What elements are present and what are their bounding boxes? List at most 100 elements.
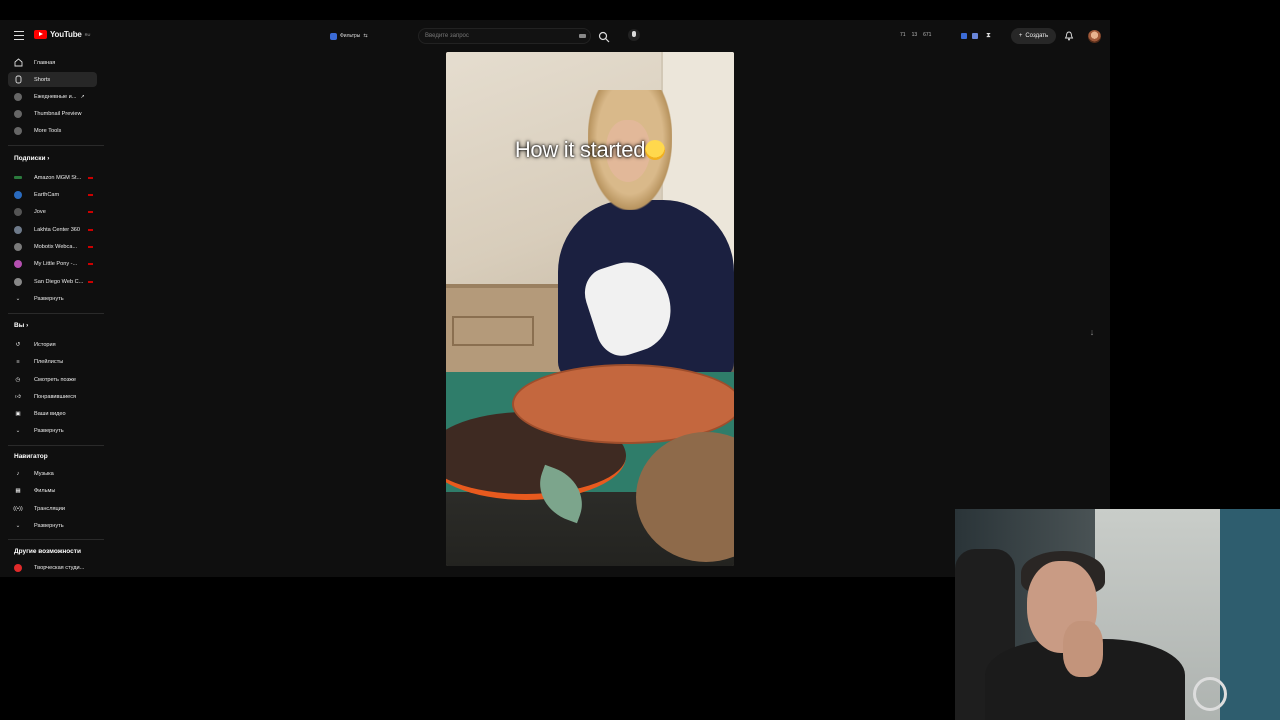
video-caption: How it started <box>446 137 734 163</box>
film-icon: ▦ <box>15 487 21 494</box>
channel-avatar <box>13 190 23 200</box>
live-icon: ((•)) <box>13 505 23 512</box>
sidebar-item-your-videos[interactable]: ▣ Ваши видео <box>8 406 97 421</box>
sidebar-item-label: Главная <box>34 59 56 66</box>
sidebar-item-label: Lakhta Center 360 <box>34 226 81 233</box>
sidebar-item-films[interactable]: ▦ Фильмы <box>8 483 97 498</box>
other-title: Другие возможности <box>14 548 81 555</box>
create-label: Создать <box>1025 33 1049 39</box>
channel-avatar <box>13 173 23 183</box>
search-icon[interactable] <box>598 31 610 43</box>
filter-icon <box>330 32 337 40</box>
sidebar-item-label: Плейлисты <box>34 358 64 365</box>
sidebar-item-studio[interactable]: Творческая студи... <box>8 560 97 575</box>
channel-avatar <box>13 277 23 287</box>
arrow-down-icon[interactable]: ↓ <box>1086 326 1098 338</box>
hourglass-icon[interactable]: ⧗ <box>986 32 994 40</box>
sidebar-item-label: Shorts <box>34 76 51 83</box>
sidebar-item-label: Amazon MGM St... <box>34 174 82 181</box>
filters-button[interactable]: Фильтры ⇆ <box>330 30 368 42</box>
microphone-icon[interactable] <box>628 29 640 41</box>
webcam-overlay <box>955 509 1280 720</box>
expand-label: Развернуть <box>34 295 64 302</box>
sidebar-item-label: More Tools <box>34 127 62 134</box>
stat-3: 671 <box>923 32 932 38</box>
menu-icon[interactable] <box>14 31 24 40</box>
sidebar-item-more-tools[interactable]: More Tools <box>8 123 97 138</box>
divider <box>8 313 104 314</box>
extension-icon[interactable] <box>961 33 967 39</box>
sidebar-item-music[interactable]: ♪ Музыка <box>8 466 97 481</box>
expand-navigator-button[interactable]: ⌄ Развернуть <box>8 518 97 533</box>
sidebar-item-label: Понравившиеся <box>34 393 77 400</box>
header: YouTube RU Фильтры ⇆ Введите запрос 71 1… <box>0 23 1110 51</box>
sidebar-item-label: Творческая студи... <box>34 564 85 571</box>
sidebar-item-watch-later[interactable]: ◷ Смотреть позже <box>8 372 97 387</box>
sidebar-item-label: Mobotix Webca... <box>34 243 78 250</box>
live-indicator <box>88 228 93 231</box>
sidebar-item-daily[interactable]: Ежедневные и... ↗ <box>8 89 97 104</box>
channel-avatar <box>13 225 23 235</box>
sidebar-item-subscription[interactable]: EarthCam <box>8 187 97 202</box>
divider <box>8 539 104 540</box>
sidebar-item-subscription[interactable]: Mobotix Webca... <box>8 239 97 254</box>
youtube-logo[interactable]: YouTube RU <box>34 30 90 39</box>
expand-you-button[interactable]: ⌄ Развернуть <box>8 423 97 438</box>
keyboard-icon[interactable] <box>579 34 586 38</box>
sidebar-item-subscription[interactable]: Lakhta Center 360 <box>8 222 97 237</box>
sidebar-item-subscription[interactable]: Jove <box>8 204 97 219</box>
live-indicator <box>88 193 93 196</box>
sidebar-item-liked[interactable]: 👍︎ Понравившиеся <box>8 389 97 404</box>
logo-region: RU <box>84 32 91 37</box>
chevron-right-icon: › <box>26 322 29 329</box>
channel-avatar <box>13 259 23 269</box>
divider <box>8 145 104 146</box>
sidebar-item-label: EarthCam <box>34 191 60 198</box>
sidebar-item-label: История <box>34 341 56 348</box>
caption-text: How it started <box>514 137 646 162</box>
live-indicator <box>88 176 93 179</box>
extension-icon <box>13 126 23 136</box>
sidebar-item-subscription[interactable]: Amazon MGM St... <box>8 170 97 185</box>
studio-icon <box>13 563 23 573</box>
sidebar: Главная Shorts Ежедневные и... ↗ Thumbna… <box>0 51 104 577</box>
clock-icon: ◷ <box>15 376 21 383</box>
create-button[interactable]: + Создать <box>1011 28 1056 44</box>
video-icon: ▣ <box>15 410 21 417</box>
history-icon: ↺ <box>15 341 21 348</box>
plus-icon: + <box>1018 33 1023 39</box>
sidebar-item-label: San Diego Web C... <box>34 278 84 285</box>
avatar[interactable] <box>1088 30 1101 43</box>
sidebar-item-thumbnail-preview[interactable]: Thumbnail Preview <box>8 106 97 121</box>
search-input[interactable]: Введите запрос <box>418 28 591 44</box>
playlist-icon: ≡ <box>16 358 20 365</box>
chevron-down-icon: ⌄ <box>15 295 21 302</box>
youtube-window: YouTube RU Фильтры ⇆ Введите запрос 71 1… <box>0 20 1110 577</box>
bell-icon[interactable] <box>1064 31 1074 41</box>
channel-avatar <box>13 207 23 217</box>
shorts-video-player[interactable]: How it started <box>446 52 734 566</box>
sidebar-item-subscription[interactable]: San Diego Web C... <box>8 274 97 289</box>
chevron-right-icon: › <box>47 155 50 162</box>
sliders-icon: ⇆ <box>363 33 368 39</box>
live-indicator <box>88 262 93 265</box>
expand-label: Развернуть <box>34 522 64 529</box>
sidebar-item-history[interactable]: ↺ История <box>8 337 97 352</box>
sidebar-item-label: Jove <box>34 208 46 215</box>
expand-subscriptions-button[interactable]: ⌄ Развернуть <box>8 291 97 306</box>
you-title[interactable]: Вы › <box>14 322 28 329</box>
chevron-down-icon: ⌄ <box>15 427 21 434</box>
extension-icon[interactable] <box>972 33 978 39</box>
subscriptions-title[interactable]: Подписки › <box>14 155 49 162</box>
live-indicator <box>88 245 93 248</box>
sidebar-item-home[interactable]: Главная <box>8 55 97 70</box>
sidebar-item-shorts[interactable]: Shorts <box>8 72 97 87</box>
live-indicator <box>88 280 93 283</box>
extension-icon <box>13 92 23 102</box>
divider <box>8 445 104 446</box>
sidebar-item-subscription[interactable]: My Little Pony -... <box>8 256 97 271</box>
navigator-title: Навигатор <box>14 453 48 460</box>
sidebar-item-playlists[interactable]: ≡ Плейлисты <box>8 354 97 369</box>
chevron-down-icon: ⌄ <box>15 522 21 529</box>
sidebar-item-live[interactable]: ((•)) Трансляции <box>8 501 97 516</box>
